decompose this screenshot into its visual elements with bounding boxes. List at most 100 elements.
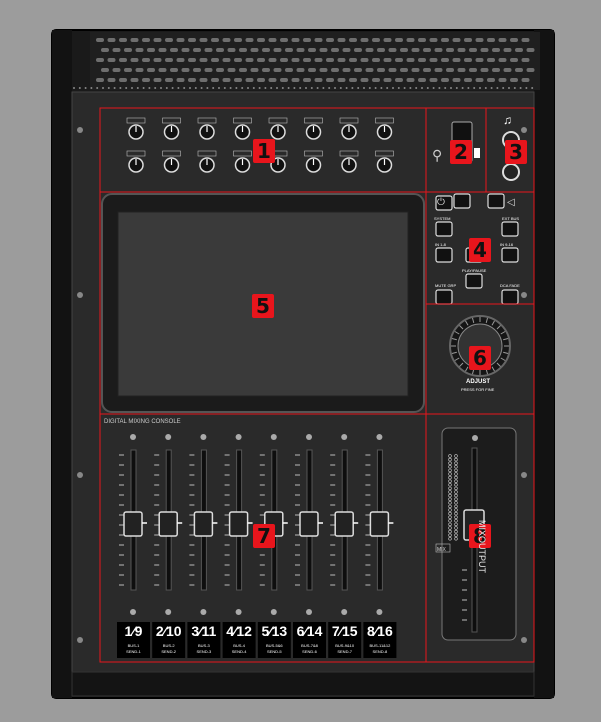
- vent-hole: [193, 68, 201, 72]
- vent-hole: [349, 78, 357, 82]
- vent-dot: [177, 87, 180, 89]
- channel-alt: 14: [306, 623, 323, 639]
- vent-hole: [165, 78, 173, 82]
- vent-hole: [452, 78, 461, 82]
- strip-screw: [200, 609, 207, 615]
- vent-dot: [496, 87, 499, 89]
- vent-dot: [125, 87, 128, 89]
- vent-hole: [119, 38, 127, 42]
- vent-dot: [455, 87, 458, 89]
- vent-hole: [119, 58, 127, 62]
- channel-alt: 9: [134, 623, 143, 639]
- control-button[interactable]: [487, 193, 505, 209]
- control-button[interactable]: [435, 247, 453, 263]
- vent-hole: [365, 48, 374, 52]
- fader-cap[interactable]: [334, 511, 354, 537]
- vent-dot: [293, 87, 296, 89]
- strip-screw: [130, 609, 136, 615]
- vent-dot: [519, 87, 522, 89]
- vent-hole: [285, 48, 293, 52]
- vent-hole: [176, 58, 185, 62]
- channel-number: 8⁄16: [363, 624, 396, 639]
- channel-number: 4⁄12: [223, 624, 256, 639]
- vent-hole: [257, 78, 265, 82]
- vent-hole: [257, 38, 265, 42]
- vent-dot: [403, 87, 406, 89]
- fader-cap[interactable]: [369, 511, 390, 537]
- strip-screw: [270, 609, 277, 615]
- fader-cap[interactable]: [299, 511, 319, 537]
- vent-hole: [406, 58, 415, 62]
- vent-hole: [326, 38, 334, 42]
- vent-hole: [372, 78, 380, 82]
- vent-hole: [273, 48, 282, 52]
- control-button[interactable]: [465, 273, 483, 289]
- vent-hole: [135, 48, 144, 52]
- vent-hole: [142, 58, 150, 62]
- vent-hole: [112, 68, 121, 72]
- vent-hole: [147, 68, 155, 72]
- fader-cap[interactable]: [158, 511, 178, 537]
- control-button[interactable]: [453, 193, 471, 209]
- vent-hole: [142, 78, 150, 82]
- fader-cap[interactable]: [228, 511, 249, 537]
- control-button[interactable]: [501, 289, 519, 305]
- vent-hole: [234, 58, 242, 62]
- badge-1: 1: [253, 139, 275, 163]
- vent-hole: [383, 78, 392, 82]
- strip-screw: [235, 609, 242, 615]
- vent-hole: [406, 38, 415, 42]
- channel-alt: 12: [236, 623, 252, 639]
- vent-hole: [354, 68, 362, 72]
- channel-number: 6⁄14: [293, 624, 326, 639]
- badge-5: 5: [252, 294, 274, 318]
- vent-hole: [503, 48, 512, 52]
- vent-dot: [189, 87, 191, 89]
- channel-primary: 4: [226, 623, 235, 639]
- vent-hole: [457, 48, 466, 52]
- vent-dot: [252, 87, 255, 89]
- vent-hole: [96, 78, 104, 82]
- vent-hole: [383, 38, 392, 42]
- vent-hole: [411, 68, 420, 72]
- vent-hole: [349, 38, 357, 42]
- vent-hole: [515, 48, 523, 52]
- mix-output-screw: [472, 435, 478, 441]
- control-button[interactable]: [435, 221, 453, 237]
- control-button[interactable]: [435, 289, 453, 305]
- channel-strip-label: 4⁄12 BUS-4 SEND-4: [223, 624, 256, 655]
- vent-hole: [291, 58, 300, 62]
- console-label: DIGITAL MIXING CONSOLE: [104, 419, 181, 425]
- vent-hole: [510, 58, 518, 62]
- vent-dot: [397, 87, 400, 89]
- send-label: SEND-3: [196, 649, 212, 654]
- vent-dot: [73, 87, 75, 89]
- vent-dot: [148, 87, 151, 89]
- vent-dot: [479, 87, 481, 89]
- vent-hole: [406, 78, 415, 82]
- headphone-icon: ♫: [503, 113, 512, 127]
- vent-hole: [487, 38, 495, 42]
- channel-number: 3⁄11: [187, 624, 220, 639]
- mix-output-label: MIXOUTPUT: [477, 520, 487, 573]
- vent-hole: [429, 58, 438, 62]
- control-button[interactable]: [501, 247, 519, 263]
- vent-dot: [310, 87, 313, 89]
- vent-hole: [429, 78, 438, 82]
- vent-hole: [165, 58, 173, 62]
- vent-hole: [181, 68, 190, 72]
- vent-hole: [480, 68, 489, 72]
- vent-hole: [130, 38, 139, 42]
- strip-screw: [341, 609, 348, 615]
- vent-dot: [461, 87, 464, 89]
- vent-hole: [377, 68, 385, 72]
- control-button[interactable]: [501, 221, 519, 237]
- vent-hole: [268, 58, 277, 62]
- fader-cap[interactable]: [193, 511, 214, 537]
- channel-strip-label: 8⁄16 BUS-11&12 SEND-8: [363, 624, 396, 655]
- power-icon: ⏻: [437, 197, 445, 208]
- vent-hole: [193, 48, 201, 52]
- fader-cap[interactable]: [123, 511, 143, 537]
- vent-hole: [222, 38, 231, 42]
- vent-hole: [342, 48, 351, 52]
